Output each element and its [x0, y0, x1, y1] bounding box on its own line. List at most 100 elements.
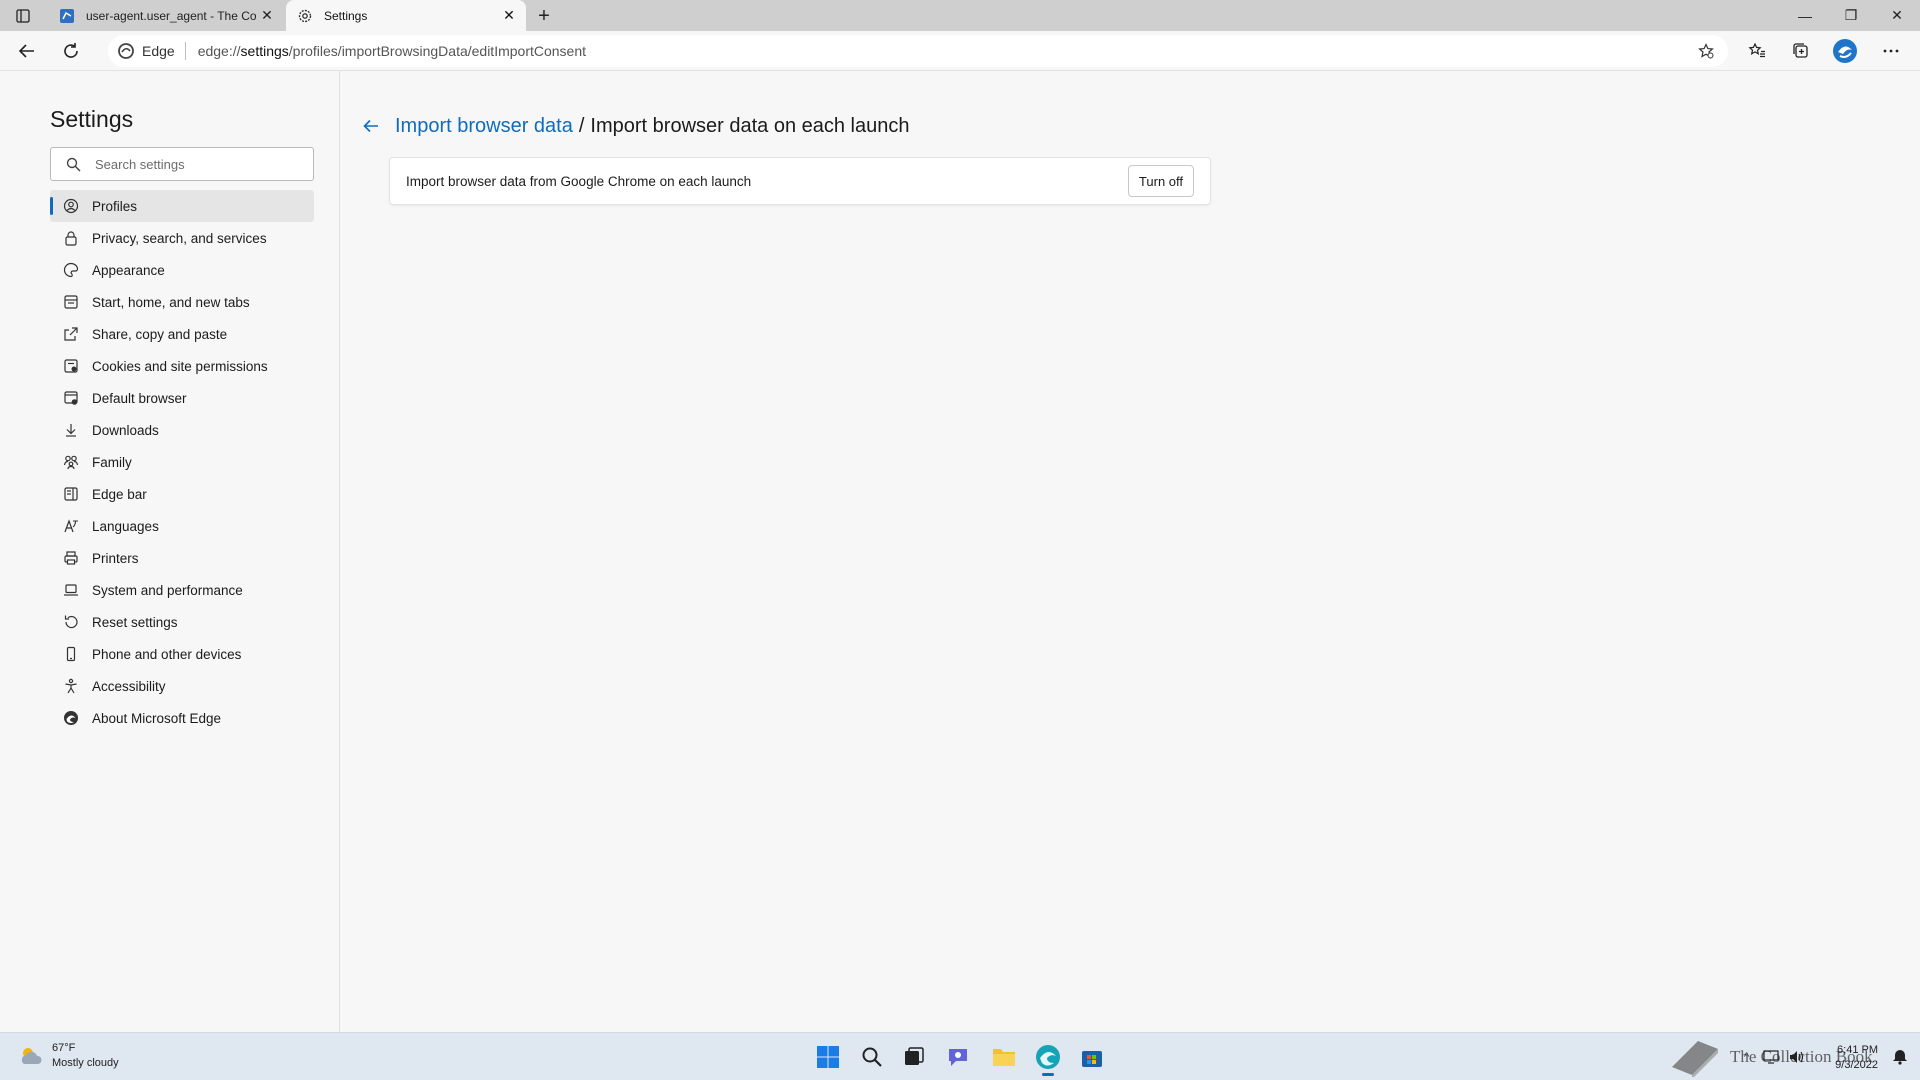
sidebar-item-accessibility[interactable]: Accessibility [50, 670, 314, 702]
site-label: Edge [142, 43, 175, 59]
tab-title: user-agent.user_agent - The Coll [86, 8, 256, 23]
profile-avatar-button[interactable] [1830, 36, 1860, 66]
refresh-button[interactable] [56, 36, 86, 66]
volume-icon[interactable] [1789, 1050, 1805, 1064]
breadcrumb: Import browser data / Import browser dat… [357, 111, 910, 141]
share-icon [62, 325, 80, 343]
task-view-button[interactable] [898, 1041, 930, 1073]
weather-description: Mostly cloudy [52, 1057, 119, 1069]
sidebar-item-label: Share, copy and paste [92, 326, 228, 342]
sidebar-item-downloads[interactable]: Downloads [50, 414, 314, 446]
tab-title: Settings [324, 8, 368, 23]
chevron-up-icon[interactable]: ^ [1744, 1051, 1749, 1063]
sidebar-item-printers[interactable]: Printers [50, 542, 314, 574]
network-icon[interactable] [1763, 1050, 1779, 1064]
page-title: Import browser data on each launch [590, 114, 910, 137]
settings-content: Import browser data / Import browser dat… [341, 71, 1920, 1032]
favorites-icon [1748, 42, 1765, 58]
sidebar-item-system[interactable]: System and performance [50, 574, 314, 606]
refresh-icon [64, 43, 78, 58]
sidebar-item-label: Appearance [92, 262, 165, 278]
taskbar: 67°F Mostly cloudy The Collection Book ^… [0, 1032, 1920, 1080]
clock[interactable]: 6:41 PM 9/3/2022 [1835, 1043, 1878, 1073]
sidebar-item-label: Languages [92, 518, 159, 534]
url-text[interactable]: edge://settings/profiles/importBrowsingD… [198, 43, 586, 59]
close-tab-icon[interactable]: ✕ [498, 5, 520, 27]
address-bar[interactable]: Edge edge://settings/profiles/importBrow… [108, 35, 1728, 67]
breadcrumb-parent-link[interactable]: Import browser data [395, 115, 573, 138]
weather-widget[interactable]: 67°F Mostly cloudy [18, 1041, 119, 1071]
arrow-left-icon [18, 44, 34, 58]
sidebar-item-label: Printers [92, 550, 139, 566]
sidebar-item-profiles[interactable]: Profiles [50, 190, 314, 222]
collections-button[interactable] [1786, 36, 1816, 66]
collections-icon [1793, 43, 1808, 58]
import-setting-card: Import browser data from Google Chrome o… [389, 157, 1211, 205]
search-box[interactable] [50, 147, 314, 181]
sidebar-title: Settings [50, 106, 134, 132]
edge-icon [1036, 1045, 1060, 1069]
back-arrow-icon[interactable] [357, 112, 385, 140]
edge-icon [116, 41, 136, 61]
family-icon [62, 453, 80, 471]
sidebar-item-label: Edge bar [92, 486, 147, 502]
sidebar-item-privacy[interactable]: Privacy, search, and services [50, 222, 314, 254]
edgebar-icon [62, 485, 80, 503]
store-icon [1082, 1051, 1102, 1067]
tab-strip: user-agent.user_agent - The Coll ✕ Setti… [0, 0, 1920, 31]
tab-user-agent[interactable]: user-agent.user_agent - The Coll ✕ [48, 0, 284, 31]
sidebar-item-appearance[interactable]: Appearance [50, 254, 314, 286]
more-options-button[interactable] [1876, 36, 1906, 66]
navigation-bar: Edge edge://settings/profiles/importBrow… [0, 31, 1920, 71]
sidebar-item-cookies[interactable]: Cookies and site permissions [50, 350, 314, 382]
cloudy-sun-icon [21, 1048, 42, 1064]
lock-icon [62, 229, 80, 247]
search-taskbar-button[interactable] [856, 1041, 888, 1073]
printer-icon [62, 549, 80, 567]
sidebar-item-about[interactable]: About Microsoft Edge [50, 702, 314, 734]
edge-icon [62, 709, 80, 727]
windows-logo-icon [817, 1046, 839, 1068]
home-icon [62, 293, 80, 311]
tab-settings[interactable]: Settings ✕ [286, 0, 526, 31]
sidebar-item-default-browser[interactable]: Default browser [50, 382, 314, 414]
sidebar-item-label: Privacy, search, and services [92, 230, 267, 246]
sidebar-item-label: Downloads [92, 422, 159, 438]
back-button[interactable] [12, 36, 42, 66]
sidebar-item-label: Accessibility [92, 678, 166, 694]
sidebar-item-share[interactable]: Share, copy and paste [50, 318, 314, 350]
chat-button[interactable] [942, 1041, 974, 1073]
restore-button[interactable]: ❐ [1828, 0, 1874, 31]
palette-icon [62, 261, 80, 279]
close-tab-icon[interactable]: ✕ [256, 5, 278, 27]
edge-taskbar-button[interactable] [1032, 1041, 1064, 1076]
sidebar-item-reset[interactable]: Reset settings [50, 606, 314, 638]
file-explorer-button[interactable] [988, 1041, 1020, 1073]
minimize-button[interactable]: — [1782, 0, 1828, 31]
add-favorite-icon[interactable] [1696, 41, 1716, 61]
search-input[interactable] [95, 156, 295, 172]
sidebar-item-label: System and performance [92, 582, 243, 598]
turn-off-button[interactable]: Turn off [1127, 165, 1194, 197]
favorites-button[interactable] [1742, 36, 1772, 66]
profile-icon [62, 197, 80, 215]
notification-icon[interactable] [1892, 1047, 1908, 1070]
tab-actions-button[interactable] [8, 4, 38, 28]
sidebar-item-languages[interactable]: Languages [50, 510, 314, 542]
clock-time: 6:41 PM [1837, 1044, 1878, 1056]
store-button[interactable] [1076, 1041, 1108, 1073]
system-tray[interactable]: ^ [1744, 1033, 1805, 1080]
sidebar-item-family[interactable]: Family [50, 446, 314, 478]
language-icon [62, 517, 80, 535]
close-window-button[interactable]: ✕ [1874, 0, 1920, 31]
sidebar-item-label: Reset settings [92, 614, 178, 630]
sidebar-item-edge-bar[interactable]: Edge bar [50, 478, 314, 510]
gear-icon [296, 7, 314, 25]
sidebar-item-start-home[interactable]: Start, home, and new tabs [50, 286, 314, 318]
sidebar-item-phone[interactable]: Phone and other devices [50, 638, 314, 670]
new-tab-button[interactable]: + [532, 4, 556, 28]
weather-temperature: 67°F [52, 1042, 76, 1054]
book-icon [1672, 1041, 1718, 1077]
task-view-icon [905, 1047, 924, 1065]
start-button[interactable] [812, 1041, 844, 1073]
